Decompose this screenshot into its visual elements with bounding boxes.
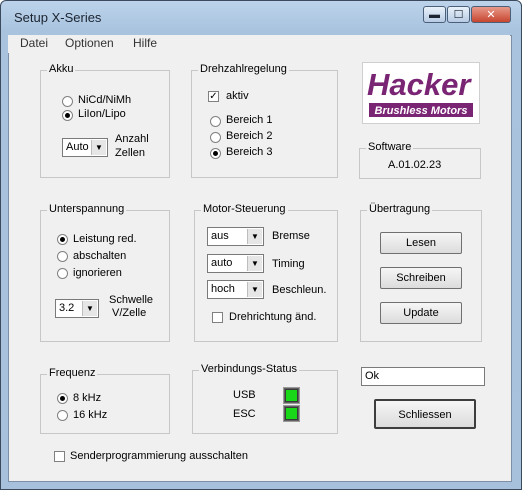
logo-brand: Hacker (367, 67, 472, 102)
radio-nicd[interactable] (62, 96, 73, 107)
bereich-3-label: Bereich 3 (226, 146, 273, 158)
radio-lipo[interactable] (62, 110, 73, 121)
bereich-2-label: Bereich 2 (226, 130, 273, 142)
timing-label: Timing (272, 258, 305, 270)
zellen-label-1: Anzahl (115, 133, 149, 145)
uebertragung-title: Übertragung (367, 203, 433, 215)
menu-optionen[interactable]: Optionen (65, 36, 114, 50)
sender-label: Senderprogrammierung ausschalten (70, 450, 248, 462)
chevron-down-icon: ▼ (247, 229, 262, 244)
radio-lipo-label: LiIon/Lipo (78, 108, 126, 120)
status-field[interactable]: Ok (361, 367, 485, 386)
akku-group: Akku (40, 63, 170, 178)
aktiv-checkbox[interactable]: ✓ (208, 91, 219, 102)
schwelle-label-2: V/Zelle (112, 307, 147, 319)
radio-bereich-1[interactable] (210, 116, 221, 127)
chevron-down-icon: ▼ (247, 282, 262, 297)
zellen-select[interactable]: Auto ▼ (62, 138, 108, 157)
usb-label: USB (233, 389, 256, 401)
bremse-value: aus (211, 230, 229, 242)
frequenz-group: Frequenz (40, 367, 170, 434)
usb-status-led (283, 387, 300, 404)
timing-value: auto (211, 257, 233, 269)
8khz-label: 8 kHz (73, 392, 102, 404)
usb-led-light (285, 389, 298, 402)
menu-bar: Datei Optionen Hilfe (8, 35, 510, 53)
schwelle-label-1: Schwelle (109, 294, 154, 306)
akku-title: Akku (47, 63, 76, 75)
aktiv-label: aktiv (226, 90, 249, 102)
chevron-down-icon: ▼ (247, 256, 262, 271)
zellen-value: Auto (66, 141, 89, 153)
beschleun-label: Beschleun. (272, 284, 327, 296)
radio-bereich-2[interactable] (210, 132, 221, 143)
beschleun-select[interactable]: hoch ▼ (207, 280, 264, 299)
schwelle-value: 3.2 (59, 302, 75, 314)
maximize-button[interactable]: ☐ (447, 6, 470, 23)
zellen-label-2: Zellen (115, 147, 145, 159)
menu-hilfe[interactable]: Hilfe (133, 36, 157, 50)
esc-status-led (283, 405, 300, 422)
sender-checkbox[interactable] (54, 451, 65, 462)
verbindung-title: Verbindungs-Status (199, 363, 300, 375)
frequenz-title: Frequenz (47, 367, 98, 379)
radio-8khz[interactable] (57, 393, 68, 404)
software-version: A.01.02.23 (388, 159, 442, 171)
bereich-1-label: Bereich 1 (226, 114, 273, 126)
bremse-select[interactable]: aus ▼ (207, 227, 264, 246)
drehzahl-title: Drehzahlregelung (198, 63, 289, 75)
radio-abschalten[interactable] (57, 251, 68, 262)
beschleun-value: hoch (211, 283, 235, 295)
schliessen-button[interactable]: Schliessen (374, 399, 476, 429)
unterspannung-title: Unterspannung (47, 203, 127, 215)
esc-led-light (285, 407, 298, 420)
leistung-red-label: Leistung red. (73, 233, 137, 245)
software-title: Software (366, 141, 414, 153)
logo-tagline: Brushless Motors (375, 105, 468, 117)
update-button[interactable]: Update (380, 302, 462, 324)
bremse-label: Bremse (272, 230, 310, 242)
window-title: Setup X-Series (14, 10, 102, 25)
radio-16khz[interactable] (57, 410, 68, 421)
radio-nicd-label: NiCd/NiMh (78, 94, 132, 106)
drehrichtung-label: Drehrichtung änd. (229, 311, 317, 323)
radio-leistung-red[interactable] (57, 234, 68, 245)
schwelle-select[interactable]: 3.2 ▼ (55, 299, 99, 318)
hacker-logo-image: Hacker Brushless Motors (367, 67, 473, 117)
motor-title: Motor-Steuerung (201, 203, 288, 215)
abschalten-label: abschalten (73, 250, 127, 262)
hacker-logo: Hacker Brushless Motors (362, 62, 480, 124)
schreiben-button[interactable]: Schreiben (380, 267, 462, 289)
timing-select[interactable]: auto ▼ (207, 254, 264, 273)
ignorieren-label: ignorieren (73, 267, 122, 279)
radio-ignorieren[interactable] (57, 268, 68, 279)
chevron-down-icon: ▼ (91, 140, 106, 155)
close-button[interactable]: ✕ (471, 6, 511, 23)
16khz-label: 16 kHz (73, 409, 108, 421)
minimize-button[interactable]: ▬ (423, 6, 446, 23)
chevron-down-icon: ▼ (82, 301, 97, 316)
menu-datei[interactable]: Datei (20, 36, 48, 50)
drehrichtung-checkbox[interactable] (212, 312, 223, 323)
esc-label: ESC (233, 408, 256, 420)
lesen-button[interactable]: Lesen (380, 232, 462, 254)
verbindung-group: Verbindungs-Status (192, 363, 338, 434)
radio-bereich-3[interactable] (210, 148, 221, 159)
